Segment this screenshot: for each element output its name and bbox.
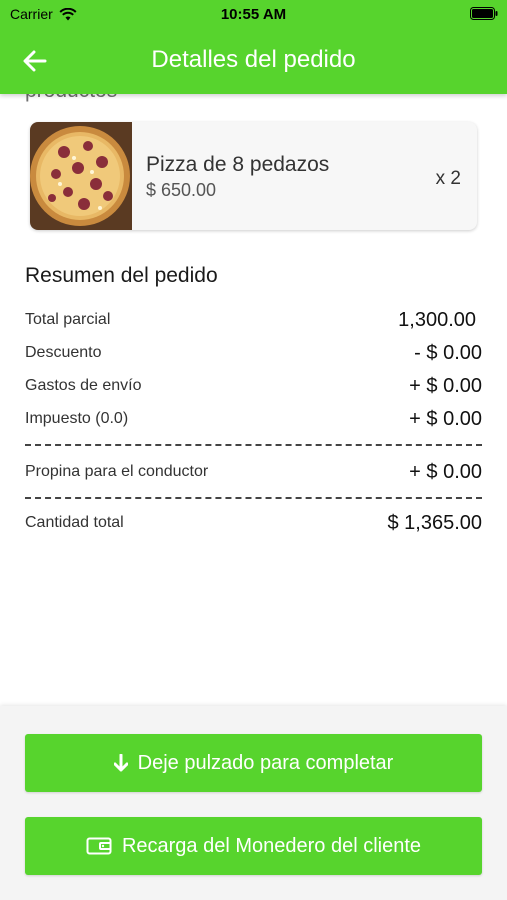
total-value: $ 1,365.00 — [387, 511, 482, 534]
wallet-recharge-label: Recarga del Monedero del cliente — [121, 834, 422, 857]
order-details[interactable]: productos — [0, 94, 507, 706]
bottom-action-bar: Deje pulzado para completar Recarga del … — [0, 706, 507, 900]
app-header: Carrier 10:55 AM Detalles del pedido — [0, 0, 507, 94]
summary-title: Resumen del pedido — [25, 264, 218, 287]
subtotal-row: Total parcial 1,300.00 — [25, 307, 482, 333]
subtotal-label: Total parcial — [25, 311, 111, 328]
product-image — [30, 122, 132, 230]
product-card[interactable]: Pizza de 8 pedazos $ 650.00 x 2 — [30, 122, 477, 230]
wallet-icon — [86, 837, 112, 855]
discount-value: - $ 0.00 — [414, 341, 482, 364]
page-title: Detalles del pedido — [151, 46, 356, 73]
shipping-row: Gastos de envío + $ 0.00 — [25, 373, 482, 399]
battery-icon — [470, 7, 498, 23]
subtotal-value: 1,300.00 — [398, 308, 476, 331]
shipping-value: + $ 0.00 — [409, 374, 482, 397]
total-row: Cantidad total $ 1,365.00 — [25, 510, 482, 536]
status-bar: Carrier 10:55 AM — [0, 0, 507, 28]
products-section-title: productos — [25, 94, 117, 103]
tip-row: Propina para el conductor + $ 0.00 — [25, 459, 482, 485]
discount-label: Descuento — [25, 344, 102, 361]
discount-row: Descuento - $ 0.00 — [25, 340, 482, 366]
arrow-down-icon — [113, 754, 128, 772]
product-price: $ 650.00 — [146, 180, 217, 200]
tip-label: Propina para el conductor — [25, 463, 209, 480]
tax-row: Impuesto (0.0) + $ 0.00 — [25, 406, 482, 432]
wallet-recharge-button[interactable]: Recarga del Monedero del cliente — [25, 817, 482, 875]
total-label: Cantidad total — [25, 514, 124, 531]
product-quantity: x 2 — [435, 168, 461, 189]
status-time: 10:55 AM — [220, 6, 287, 23]
tax-label: Impuesto (0.0) — [25, 410, 129, 427]
divider — [25, 444, 482, 446]
tax-value: + $ 0.00 — [409, 407, 482, 430]
product-name: Pizza de 8 pedazos — [146, 153, 330, 176]
tip-value: + $ 0.00 — [409, 460, 482, 483]
divider — [25, 497, 482, 499]
hold-to-complete-label: Deje pulzado para completar — [137, 751, 394, 774]
hold-to-complete-button[interactable]: Deje pulzado para completar — [25, 734, 482, 792]
nav-bar: Detalles del pedido — [0, 34, 507, 86]
shipping-label: Gastos de envío — [25, 377, 142, 394]
